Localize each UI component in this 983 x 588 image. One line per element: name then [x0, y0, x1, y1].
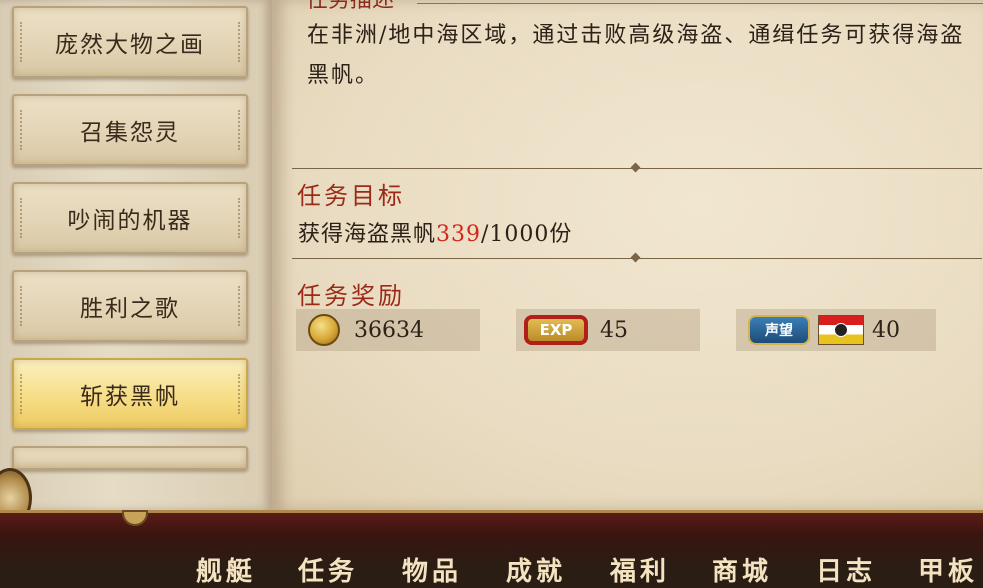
reward-exp: EXP 45	[516, 309, 700, 351]
exp-amount: 45	[600, 317, 628, 343]
gold-coin-icon	[308, 314, 340, 346]
quest-item-label: 庞然大物之画	[55, 32, 205, 58]
section-divider	[292, 252, 982, 263]
notch-left	[20, 374, 22, 414]
goal-progress: 339	[436, 222, 482, 247]
exp-icon: EXP	[524, 315, 588, 345]
nav-items[interactable]: 物品	[402, 551, 462, 588]
quest-item-3[interactable]: 吵闹的机器	[12, 182, 248, 254]
notch-right	[238, 286, 240, 326]
quest-item-4[interactable]: 胜利之歌	[12, 270, 248, 342]
divider-ornament	[630, 162, 641, 173]
divider-ornament	[630, 252, 641, 263]
notch-right	[238, 374, 240, 414]
quest-item-label: 斩获黑帆	[80, 384, 180, 410]
quest-goal: 获得海盗黑帆339/1000份	[298, 216, 572, 248]
quest-item-1[interactable]: 庞然大物之画	[12, 6, 248, 78]
quest-description: 在非洲/地中海区域，通过击败高级海盗、通缉任务可获得海盗黑帆。	[307, 23, 965, 88]
quest-item-label: 吵闹的机器	[67, 208, 193, 234]
nav-ships[interactable]: 舰艇	[196, 551, 256, 588]
reward-reputation: 声望 40	[736, 309, 936, 351]
notch-left	[20, 286, 22, 326]
nav-achievements[interactable]: 成就	[506, 551, 566, 588]
bottom-nav-bar: 舰艇 任务 物品 成就 福利 商城 日志 甲板	[0, 510, 983, 587]
nav-shop[interactable]: 商城	[712, 551, 772, 588]
quest-item-label: 胜利之歌	[80, 296, 180, 322]
flag-emblem	[834, 323, 848, 337]
notch-left	[20, 198, 22, 238]
goal-total: /1000份	[481, 222, 573, 247]
goal-title: 任务目标	[297, 182, 405, 210]
quest-list-sidebar: 庞然大物之画 召集怨灵 吵闹的机器 胜利之歌 斩获黑帆	[0, 0, 272, 510]
quest-item-6-partial[interactable]	[12, 446, 248, 470]
nav-quests[interactable]: 任务	[298, 551, 358, 588]
notch-right	[238, 22, 240, 62]
nav-deck[interactable]: 甲板	[918, 551, 978, 588]
goal-text: 获得海盗黑帆	[298, 222, 437, 247]
notch-left	[20, 110, 22, 150]
reputation-icon: 声望	[748, 315, 810, 345]
notch-left	[20, 22, 22, 62]
nav-welfare[interactable]: 福利	[610, 551, 670, 588]
notch-right	[238, 110, 240, 150]
quest-item-label: 召集怨灵	[80, 120, 180, 146]
nation-flag-icon	[818, 315, 864, 345]
reward-title: 任务奖励	[297, 282, 405, 310]
description-heading: 任务描述	[306, 0, 395, 13]
notch-right	[238, 198, 240, 238]
reputation-amount: 40	[872, 317, 900, 343]
quest-item-5-selected[interactable]: 斩获黑帆	[12, 358, 248, 430]
nav-log[interactable]: 日志	[816, 551, 876, 588]
gold-amount: 36634	[354, 317, 424, 343]
top-divider	[417, 3, 983, 4]
quest-detail-panel: 任务描述 在非洲/地中海区域，通过击败高级海盗、通缉任务可获得海盗黑帆。 任务目…	[272, 0, 983, 510]
quest-item-2[interactable]: 召集怨灵	[12, 94, 248, 166]
reward-gold: 36634	[296, 309, 480, 351]
section-divider	[292, 162, 982, 173]
